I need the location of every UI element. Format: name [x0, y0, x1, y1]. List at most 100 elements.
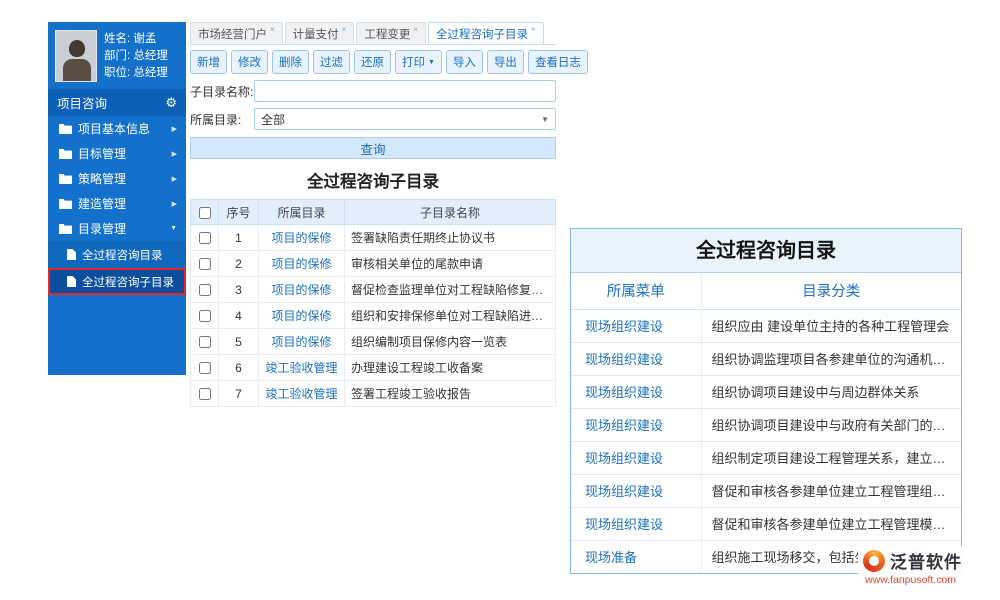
- watermark-row: 泛普软件: [863, 548, 962, 573]
- sidebar-item-label: 项目基本信息: [78, 120, 150, 137]
- add-button[interactable]: 新增: [190, 50, 227, 74]
- delete-button[interactable]: 删除: [272, 50, 309, 74]
- row-menu-link[interactable]: 现场组织建设: [571, 309, 701, 342]
- row-checkbox[interactable]: [199, 284, 211, 296]
- row-category: 组织协调项目建设中与周边群体关系: [701, 375, 961, 408]
- sidebar-item-label: 策略管理: [78, 170, 126, 187]
- import-button[interactable]: 导入: [446, 50, 483, 74]
- parent-directory-value: 全部: [261, 111, 285, 128]
- column-header-name: 子目录名称: [345, 200, 556, 225]
- table-header-row: 所属菜单 目录分类: [571, 273, 961, 309]
- folder-icon: [59, 173, 72, 184]
- row-category: 督促和审核各参建单位建立工程管理模式...: [701, 507, 961, 540]
- directory-table: 所属菜单 目录分类 现场组织建设 组织应由 建设单位主持的各种工程管理会 现场组…: [571, 273, 961, 573]
- gear-icon[interactable]: ⚙: [165, 95, 177, 111]
- profile-info: 姓名: 谢孟 部门: 总经理 职位: 总经理: [104, 31, 168, 82]
- sidebar-item-project-basic-info[interactable]: 项目基本信息 ▶: [48, 116, 186, 141]
- column-header-seq: 序号: [219, 200, 259, 225]
- sidebar-item-label: 全过程咨询目录: [82, 247, 163, 263]
- parent-directory-row: 所属目录: 全部 ▼: [190, 108, 556, 130]
- table-row: 现场组织建设 督促和审核各参建单位建立工程管理组织...: [571, 474, 961, 507]
- avatar-head: [69, 40, 85, 57]
- row-checkbox[interactable]: [199, 232, 211, 244]
- tab-process-consult-subdirectory[interactable]: 全过程咨询子目录 ×: [428, 22, 544, 44]
- table-row[interactable]: 7 竣工验收管理 签署工程竣工验收报告: [191, 381, 556, 407]
- filter-button[interactable]: 过滤: [313, 50, 350, 74]
- chevron-down-icon: ▼: [170, 225, 177, 232]
- close-icon[interactable]: ×: [342, 25, 347, 34]
- watermark-url: www.fanpusoft.com: [863, 574, 962, 586]
- dropdown-arrow-icon: ▼: [541, 115, 549, 124]
- row-checkbox[interactable]: [199, 258, 211, 270]
- row-menu-link[interactable]: 现场组织建设: [571, 408, 701, 441]
- main-content: 市场经营门户 × 计量支付 × 工程变更 × 全过程咨询子目录 × 新增 修改 …: [190, 22, 556, 407]
- table-row: 现场组织建设 组织协调项目建设中与政府有关部门的关系: [571, 408, 961, 441]
- query-button[interactable]: 查询: [190, 137, 556, 159]
- table-row[interactable]: 4 项目的保修 组织和安排保修单位对工程缺陷进行修复施工，并跟踪...: [191, 303, 556, 329]
- table-row: 现场组织建设 组织协调项目建设中与周边群体关系: [571, 375, 961, 408]
- row-seq: 6: [219, 355, 259, 381]
- sidebar-section-header: 项目咨询 ⚙: [48, 89, 186, 116]
- sidebar-item-target-management[interactable]: 目标管理 ▶: [48, 141, 186, 166]
- row-directory-link[interactable]: 项目的保修: [271, 309, 331, 323]
- watermark: 泛普软件 www.fanpusoft.com: [858, 546, 967, 588]
- row-menu-link[interactable]: 现场组织建设: [571, 507, 701, 540]
- folder-open-icon: [59, 223, 72, 234]
- folder-icon: [59, 123, 72, 134]
- row-directory-link[interactable]: 项目的保修: [271, 335, 331, 349]
- select-all-checkbox[interactable]: [199, 207, 211, 219]
- table-row[interactable]: 3 项目的保修 督促检查监理单位对工程缺陷修复施工进行跟进的落实...: [191, 277, 556, 303]
- row-checkbox[interactable]: [199, 362, 211, 374]
- table-header-row: 序号 所属目录 子目录名称: [191, 200, 556, 225]
- avatar: [55, 30, 97, 82]
- row-checkbox[interactable]: [199, 388, 211, 400]
- close-icon[interactable]: ×: [531, 25, 536, 34]
- sidebar-item-directory-management[interactable]: 目录管理 ▼: [48, 216, 186, 241]
- chevron-right-icon: ▶: [172, 125, 177, 133]
- close-icon[interactable]: ×: [270, 25, 275, 34]
- parent-directory-select[interactable]: 全部 ▼: [254, 108, 556, 130]
- row-seq: 5: [219, 329, 259, 355]
- row-directory-link[interactable]: 项目的保修: [271, 257, 331, 271]
- sidebar-item-label: 全过程咨询子目录: [82, 274, 174, 290]
- row-menu-link[interactable]: 现场组织建设: [571, 474, 701, 507]
- subdirectory-name-input[interactable]: [254, 80, 556, 102]
- sidebar-item-strategy-management[interactable]: 策略管理 ▶: [48, 166, 186, 191]
- tab-market-management-portal[interactable]: 市场经营门户 ×: [190, 22, 283, 44]
- close-icon[interactable]: ×: [413, 25, 418, 34]
- sidebar-item-process-consult-subdirectory[interactable]: 全过程咨询子目录: [48, 268, 186, 295]
- subdirectory-table: 序号 所属目录 子目录名称 1 项目的保修 签署缺陷责任期终止协议书 2 项目的…: [190, 199, 556, 407]
- sidebar-item-process-consult-directory[interactable]: 全过程咨询目录: [48, 241, 186, 268]
- sidebar-item-construction-management[interactable]: 建造管理 ▶: [48, 191, 186, 216]
- row-directory-link[interactable]: 项目的保修: [271, 231, 331, 245]
- row-checkbox[interactable]: [199, 310, 211, 322]
- table-row[interactable]: 6 竣工验收管理 办理建设工程竣工收备案: [191, 355, 556, 381]
- row-menu-link[interactable]: 现场准备: [571, 540, 701, 573]
- restore-button[interactable]: 还原: [354, 50, 391, 74]
- row-checkbox[interactable]: [199, 336, 211, 348]
- table-row: 现场组织建设 组织应由 建设单位主持的各种工程管理会: [571, 309, 961, 342]
- row-menu-link[interactable]: 现场组织建设: [571, 342, 701, 375]
- row-directory-link[interactable]: 竣工验收管理: [265, 387, 337, 401]
- row-seq: 3: [219, 277, 259, 303]
- row-menu-link[interactable]: 现场组织建设: [571, 441, 701, 474]
- row-directory-link[interactable]: 竣工验收管理: [265, 361, 337, 375]
- row-menu-link[interactable]: 现场组织建设: [571, 375, 701, 408]
- sidebar-item-label: 目录管理: [78, 220, 126, 237]
- edit-button[interactable]: 修改: [231, 50, 268, 74]
- table-row[interactable]: 2 项目的保修 审核相关单位的尾款申请: [191, 251, 556, 277]
- profile-department: 部门: 总经理: [104, 48, 168, 65]
- folder-icon: [59, 198, 72, 209]
- table-row[interactable]: 5 项目的保修 组织编制项目保修内容一览表: [191, 329, 556, 355]
- table-row[interactable]: 1 项目的保修 签署缺陷责任期终止协议书: [191, 225, 556, 251]
- tab-label: 全过程咨询子目录: [436, 26, 528, 42]
- tab-measurement-payment[interactable]: 计量支付 ×: [285, 22, 355, 44]
- view-log-button[interactable]: 查看日志: [528, 50, 588, 74]
- parent-directory-label: 所属目录:: [190, 111, 254, 128]
- row-category: 督促和审核各参建单位建立工程管理组织...: [701, 474, 961, 507]
- print-button[interactable]: 打印 ▼: [395, 50, 442, 74]
- tab-engineering-change[interactable]: 工程变更 ×: [356, 22, 426, 44]
- row-directory-link[interactable]: 项目的保修: [271, 283, 331, 297]
- profile-position: 职位: 总经理: [104, 65, 168, 82]
- export-button[interactable]: 导出: [487, 50, 524, 74]
